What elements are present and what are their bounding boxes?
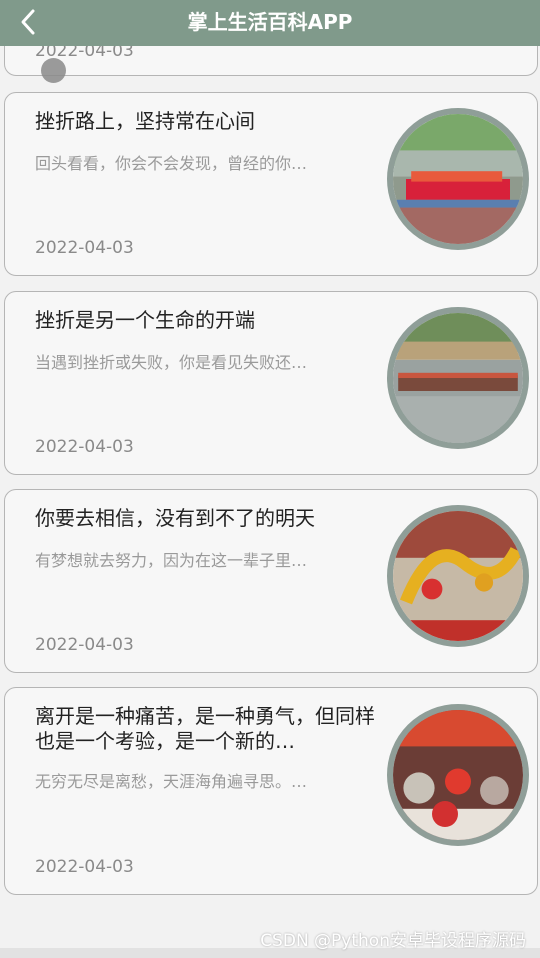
article-thumbnail xyxy=(387,307,529,449)
article-title: 挫折是另一个生命的开端 xyxy=(35,308,255,332)
article-title: 你要去相信，没有到不了的明天 xyxy=(35,506,315,530)
article-date: 2022-04-03 xyxy=(35,437,134,457)
article-date: 2022-04-03 xyxy=(35,857,134,877)
article-card[interactable]: 你要去相信，没有到不了的明天 有梦想就去努力，因为在这一辈子里… 2022-04… xyxy=(4,489,538,673)
page-title: 掌上生活百科APP xyxy=(187,10,353,34)
article-title: 离开是一种痛苦，是一种勇气，但同样也是一个考验，是一个新的… xyxy=(35,704,375,753)
app-header: 掌上生活百科APP xyxy=(0,0,540,46)
article-thumbnail xyxy=(387,505,529,647)
article-summary: 回头看看，你会不会发现，曾经的你… xyxy=(35,154,308,173)
article-thumbnail xyxy=(387,108,529,250)
article-card[interactable]: 离开是一种痛苦，是一种勇气，但同样也是一个考验，是一个新的… 无穷无尽是离愁，天… xyxy=(4,687,538,895)
article-summary: 无穷无尽是离愁，天涯海角遍寻思。… xyxy=(35,772,308,791)
article-title: 挫折路上，坚持常在心间 xyxy=(35,109,255,133)
app-screen: 2022-04-03 挫折路上，坚持常在心间 回头看看，你会不会发现，曾经的你…… xyxy=(0,0,540,958)
article-summary: 当遇到挫折或失败，你是看见失败还… xyxy=(35,353,308,372)
article-thumbnail xyxy=(387,704,529,846)
article-date: 2022-04-03 xyxy=(35,635,134,655)
article-date: 2022-04-03 xyxy=(35,238,134,258)
article-summary: 有梦想就去努力，因为在这一辈子里… xyxy=(35,551,308,570)
article-card[interactable]: 挫折路上，坚持常在心间 回头看看，你会不会发现，曾经的你… 2022-04-03 xyxy=(4,92,538,276)
watermark: CSDN @Python安卓毕设程序源码 xyxy=(260,931,526,951)
scroll-indicator[interactable] xyxy=(41,58,66,83)
article-card[interactable]: 挫折是另一个生命的开端 当遇到挫折或失败，你是看见失败还… 2022-04-03 xyxy=(4,291,538,475)
